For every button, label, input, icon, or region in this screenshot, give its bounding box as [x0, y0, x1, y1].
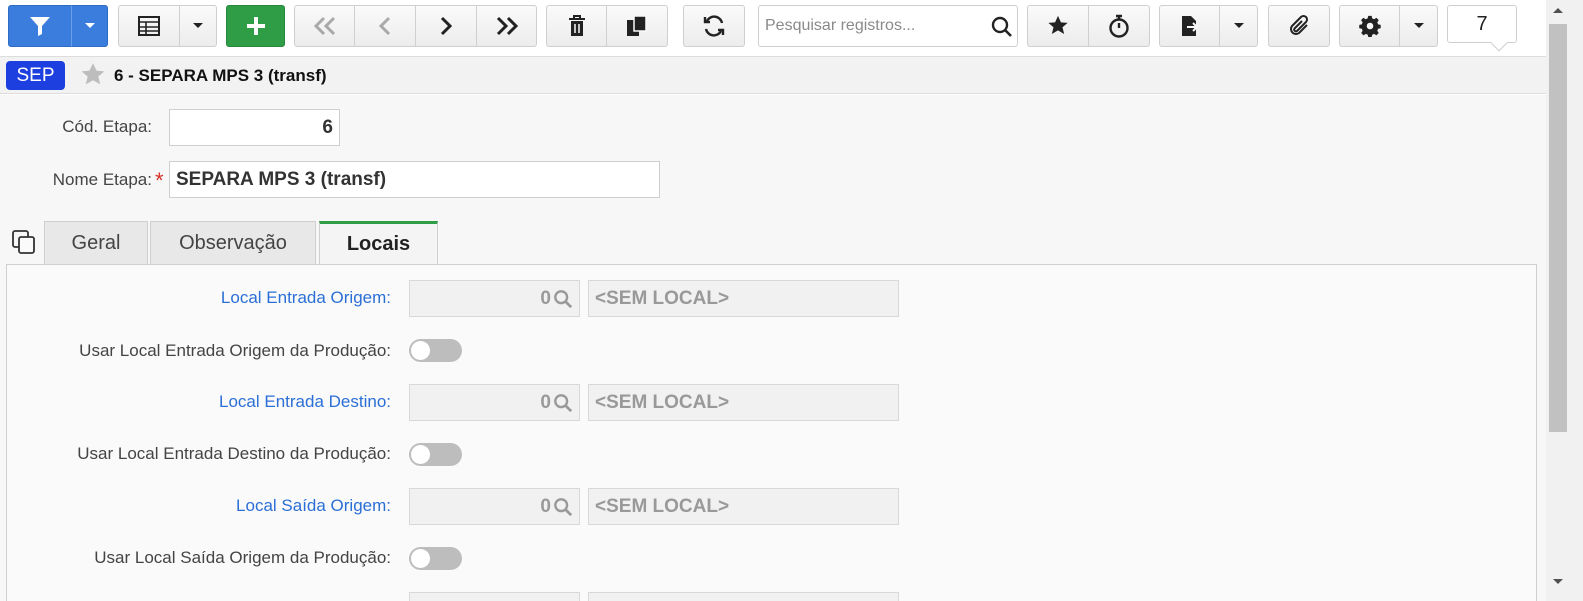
local-entrada-origem-code[interactable]: 0: [409, 280, 580, 317]
scroll-down-icon[interactable]: [1552, 578, 1564, 586]
chevron-down-icon: [84, 23, 95, 28]
attachment-button[interactable]: [1268, 5, 1330, 47]
prev-icon: [378, 16, 391, 36]
last-record-button[interactable]: [476, 5, 537, 47]
export-dropdown-button[interactable]: [1219, 5, 1258, 47]
local-entrada-origem-code-value: 0: [540, 287, 551, 309]
filter-icon: [30, 17, 50, 36]
tab-geral[interactable]: Geral: [44, 221, 148, 265]
toggle-knob: [411, 445, 430, 464]
local-entrada-destino-code-value: 0: [540, 391, 551, 413]
filter-dropdown-button[interactable]: [71, 5, 108, 47]
record-title: 6 - SEPARA MPS 3 (transf): [114, 66, 327, 85]
usar-local-saida-origem-label: Usar Local Saída Origem da Produção:: [94, 548, 391, 567]
local-saida-origem-desc: <SEM LOCAL>: [588, 488, 899, 525]
cod-etapa-input[interactable]: 6: [169, 109, 340, 146]
local-saida-origem-label[interactable]: Local Saída Origem:: [20, 496, 391, 516]
search-field[interactable]: [758, 5, 1018, 47]
settings-button[interactable]: [1339, 5, 1400, 47]
usar-local-saida-origem-toggle[interactable]: [409, 547, 462, 570]
trash-icon: [568, 15, 585, 36]
delete-button[interactable]: [546, 5, 607, 47]
local-entrada-origem-desc: <SEM LOCAL>: [588, 280, 899, 317]
next-icon: [440, 16, 453, 36]
nome-etapa-label: Nome Etapa:: [52, 170, 152, 189]
usar-local-entrada-destino-label: Usar Local Entrada Destino da Produção:: [77, 444, 391, 463]
first-record-button[interactable]: [294, 5, 355, 47]
filter-button[interactable]: [8, 5, 72, 47]
duplicate-button[interactable]: [606, 5, 668, 47]
copy-icon: [627, 15, 647, 36]
export-icon: [1181, 16, 1198, 36]
chevron-down-icon: [1413, 23, 1424, 28]
module-badge: SEP: [6, 61, 65, 90]
previous-record-button[interactable]: [354, 5, 416, 47]
refresh-button[interactable]: [683, 5, 745, 47]
table-icon: [138, 16, 160, 36]
local-entrada-destino-label[interactable]: Local Entrada Destino:: [20, 392, 391, 412]
next-row-code-field[interactable]: [409, 592, 580, 601]
grid-view-button[interactable]: [118, 5, 180, 47]
timer-button[interactable]: [1088, 5, 1150, 47]
local-saida-origem-code-value: 0: [540, 495, 551, 517]
next-record-button[interactable]: [415, 5, 477, 47]
refresh-icon: [703, 15, 725, 37]
scrollbar-thumb[interactable]: [1549, 24, 1567, 432]
required-marker: *: [155, 168, 164, 193]
cod-etapa-label: Cód. Etapa:: [62, 117, 152, 136]
nome-etapa-input[interactable]: SEPARA MPS 3 (transf): [169, 161, 660, 198]
search-icon[interactable]: [553, 289, 573, 309]
usar-local-entrada-origem-label: Usar Local Entrada Origem da Produção:: [79, 341, 391, 360]
stopwatch-icon: [1109, 14, 1129, 38]
search-icon[interactable]: [553, 393, 573, 413]
next-row-desc-field: [588, 592, 899, 601]
favorite-button[interactable]: [1027, 5, 1089, 47]
copy-icon[interactable]: [12, 230, 36, 254]
tab-observacao[interactable]: Observação: [150, 221, 316, 265]
last-icon: [496, 16, 518, 36]
toggle-knob: [411, 341, 430, 360]
usar-local-entrada-destino-toggle[interactable]: [409, 443, 462, 466]
chevron-down-icon: [193, 23, 203, 28]
record-count: 7: [1476, 12, 1488, 35]
local-entrada-destino-code[interactable]: 0: [409, 384, 580, 421]
chevron-down-icon: [1233, 23, 1244, 28]
toggle-knob: [411, 549, 430, 568]
view-dropdown-button[interactable]: [179, 5, 217, 47]
search-input[interactable]: [759, 17, 979, 35]
star-icon: [1048, 15, 1068, 34]
plus-icon: [246, 17, 265, 35]
gear-icon: [1358, 15, 1381, 37]
add-button[interactable]: [226, 5, 285, 47]
first-icon: [313, 16, 335, 36]
local-saida-origem-code[interactable]: 0: [409, 488, 580, 525]
app-window: 7 SEP 6 - SEPARA MPS 3 (transf) Cód. Eta…: [0, 0, 1583, 601]
paperclip-icon: [1290, 14, 1309, 35]
tab-locais[interactable]: Locais: [319, 221, 438, 265]
search-icon[interactable]: [553, 497, 573, 517]
local-entrada-origem-label[interactable]: Local Entrada Origem:: [20, 288, 391, 308]
usar-local-entrada-origem-toggle[interactable]: [409, 339, 462, 362]
scroll-up-icon[interactable]: [1552, 6, 1564, 14]
favorite-star-icon[interactable]: [80, 62, 106, 88]
local-entrada-destino-desc: <SEM LOCAL>: [588, 384, 899, 421]
settings-dropdown-button[interactable]: [1399, 5, 1438, 47]
search-icon[interactable]: [991, 16, 1013, 38]
export-button[interactable]: [1159, 5, 1220, 47]
record-count-badge: 7: [1447, 5, 1517, 43]
